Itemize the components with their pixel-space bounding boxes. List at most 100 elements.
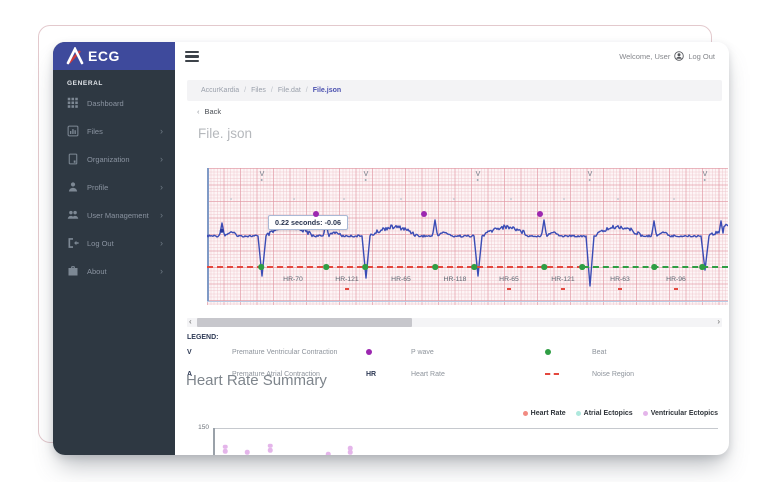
user-area: Welcome, User Log Out (619, 51, 715, 61)
logo-text: ECG (88, 48, 120, 64)
summary-chart-legend: Heart Rate Atrial Ectopics Ventricular Ect… (522, 410, 718, 417)
breadcrumb: AccurKardia / Files / File.dat / File.json (187, 80, 722, 101)
hr-label: HR-63 (610, 276, 630, 283)
hr-label: HR-121 (335, 276, 359, 283)
logout-link[interactable]: Log Out (688, 52, 715, 61)
scrollbar-thumb[interactable] (197, 318, 412, 327)
summary-y-axis (213, 428, 215, 455)
sidebar-item-files[interactable]: Files › (53, 117, 175, 145)
chevron-right-icon: › (160, 125, 163, 136)
breadcrumb-item[interactable]: Files (251, 87, 266, 94)
ventricular-ectopic-point (222, 444, 228, 449)
user-avatar-icon[interactable] (674, 51, 685, 61)
legend-text: P wave (411, 348, 434, 356)
beat-legend-dot (545, 349, 551, 355)
logout-icon (68, 238, 79, 248)
files-chart-icon (67, 125, 79, 137)
summary-legend-label: Heart Rate (530, 410, 566, 417)
noise-subtick (561, 288, 565, 290)
sidebar-item-about[interactable]: About › (53, 257, 175, 285)
sidebar-item-label: Log Out (87, 238, 114, 248)
sidebar-item-label: User Management (87, 210, 149, 220)
scroll-left-icon[interactable]: ‹ (189, 317, 192, 326)
noise-subtick (345, 288, 349, 290)
ventricular-ectopic-point (267, 443, 273, 448)
summary-legend-item[interactable]: Ventricular Ectopics (642, 410, 718, 417)
sidebar-item-label: Organization (87, 154, 130, 164)
ventricular-ectopic-point (222, 448, 228, 454)
screenshot-stage: ECG GENERAL Dashboard Files › Organization ›… (0, 0, 768, 482)
y-axis-tick-150: 150 (198, 424, 209, 431)
hr-label: HR-121 (551, 276, 575, 283)
sidebar-item-organization[interactable]: Organization › (53, 145, 175, 173)
legend-symbol: HR (366, 370, 377, 378)
p-wave-legend-dot (366, 349, 372, 355)
profile-icon (68, 182, 78, 192)
chevron-right-icon: › (160, 209, 163, 220)
aecg-logo: ECG (65, 47, 120, 65)
app-window: ECG GENERAL Dashboard Files › Organization ›… (53, 42, 729, 455)
sidebar-item-user-management[interactable]: User Management › (53, 201, 175, 229)
legend-title: LEGEND: (187, 334, 219, 341)
heart-rate-summary-title: Heart Rate Summary (186, 372, 327, 389)
sidebar-logo-header: ECG (53, 42, 175, 70)
noise-subtick (507, 288, 511, 290)
welcome-text: Welcome, User (619, 51, 671, 61)
chevron-right-icon: › (160, 153, 163, 164)
breadcrumb-item[interactable]: File.dat (278, 87, 301, 94)
summary-legend-label: Atrial Ectopics (583, 410, 633, 417)
summary-gridline (213, 428, 718, 429)
topbar: Welcome, User Log Out (175, 42, 729, 72)
breadcrumb-separator: / (244, 87, 247, 94)
sidebar-item-label: Profile (87, 182, 109, 192)
sidebar-item-log-out[interactable]: Log Out › (53, 229, 175, 257)
time-tick-dot (293, 198, 295, 200)
beat-marker-dot (323, 264, 329, 270)
hr-label: HR-70 (283, 276, 303, 283)
sidebar-items: Dashboard Files › Organization › Profile › User… (53, 89, 175, 285)
back-button[interactable]: ‹ Back (197, 107, 221, 116)
ecg-strip-chart[interactable]: 0.22 seconds: -0.06 V V V V V HR-70 HR-121 HR-6… (207, 168, 728, 305)
hr-label: HR-65 (391, 276, 411, 283)
summary-legend-item[interactable]: Heart Rate (522, 410, 566, 417)
pvc-v-marker: V (476, 171, 480, 181)
ecg-waveform (207, 219, 728, 287)
summary-legend-item[interactable]: Atrial Ectopics (575, 410, 633, 417)
legend-row: V Premature Ventricular Contraction P wave… (187, 346, 606, 358)
scroll-right-icon[interactable]: › (717, 317, 720, 326)
p-wave-marker-dot (313, 211, 319, 217)
back-label: Back (204, 107, 222, 116)
breadcrumb-item[interactable]: AccurKardia (201, 87, 239, 94)
legend-text: Beat (592, 348, 607, 356)
legend-text: Premature Ventricular Contraction (232, 348, 338, 356)
chevron-right-icon: › (160, 181, 163, 192)
pvc-v-marker: V (364, 171, 368, 181)
about-icon (68, 266, 78, 276)
breadcrumb-separator: / (305, 87, 308, 94)
summary-legend-dot (575, 411, 581, 416)
beat-marker-dot (362, 264, 368, 270)
breadcrumb-separator: / (270, 87, 273, 94)
chevron-right-icon: › (160, 265, 163, 276)
hr-label: HR-96 (666, 276, 686, 283)
ventricular-ectopic-point (267, 447, 273, 453)
beat-marker-dot (471, 264, 477, 270)
ventricular-ectopic-point (325, 451, 331, 455)
time-tick-dot (510, 198, 512, 200)
sidebar: ECG GENERAL Dashboard Files › Organization ›… (53, 42, 175, 455)
summary-legend-dot (522, 411, 528, 416)
sidebar-item-label: Dashboard (87, 98, 124, 108)
sidebar-item-profile[interactable]: Profile › (53, 173, 175, 201)
hamburger-menu-icon[interactable] (185, 51, 199, 64)
time-tick-dot (673, 198, 675, 200)
sidebar-item-dashboard[interactable]: Dashboard (53, 89, 175, 117)
pvc-v-marker: V (260, 171, 264, 181)
horizontal-scrollbar[interactable]: ‹ › (187, 317, 722, 327)
sidebar-item-label: About (87, 266, 107, 276)
logo-lambda-icon (66, 47, 84, 65)
p-wave-marker-dot (421, 211, 427, 217)
pvc-v-marker: V (703, 171, 707, 181)
hr-label: HR-118 (443, 276, 467, 283)
chevron-left-icon: ‹ (197, 107, 200, 116)
ventricular-ectopic-point (244, 449, 250, 455)
